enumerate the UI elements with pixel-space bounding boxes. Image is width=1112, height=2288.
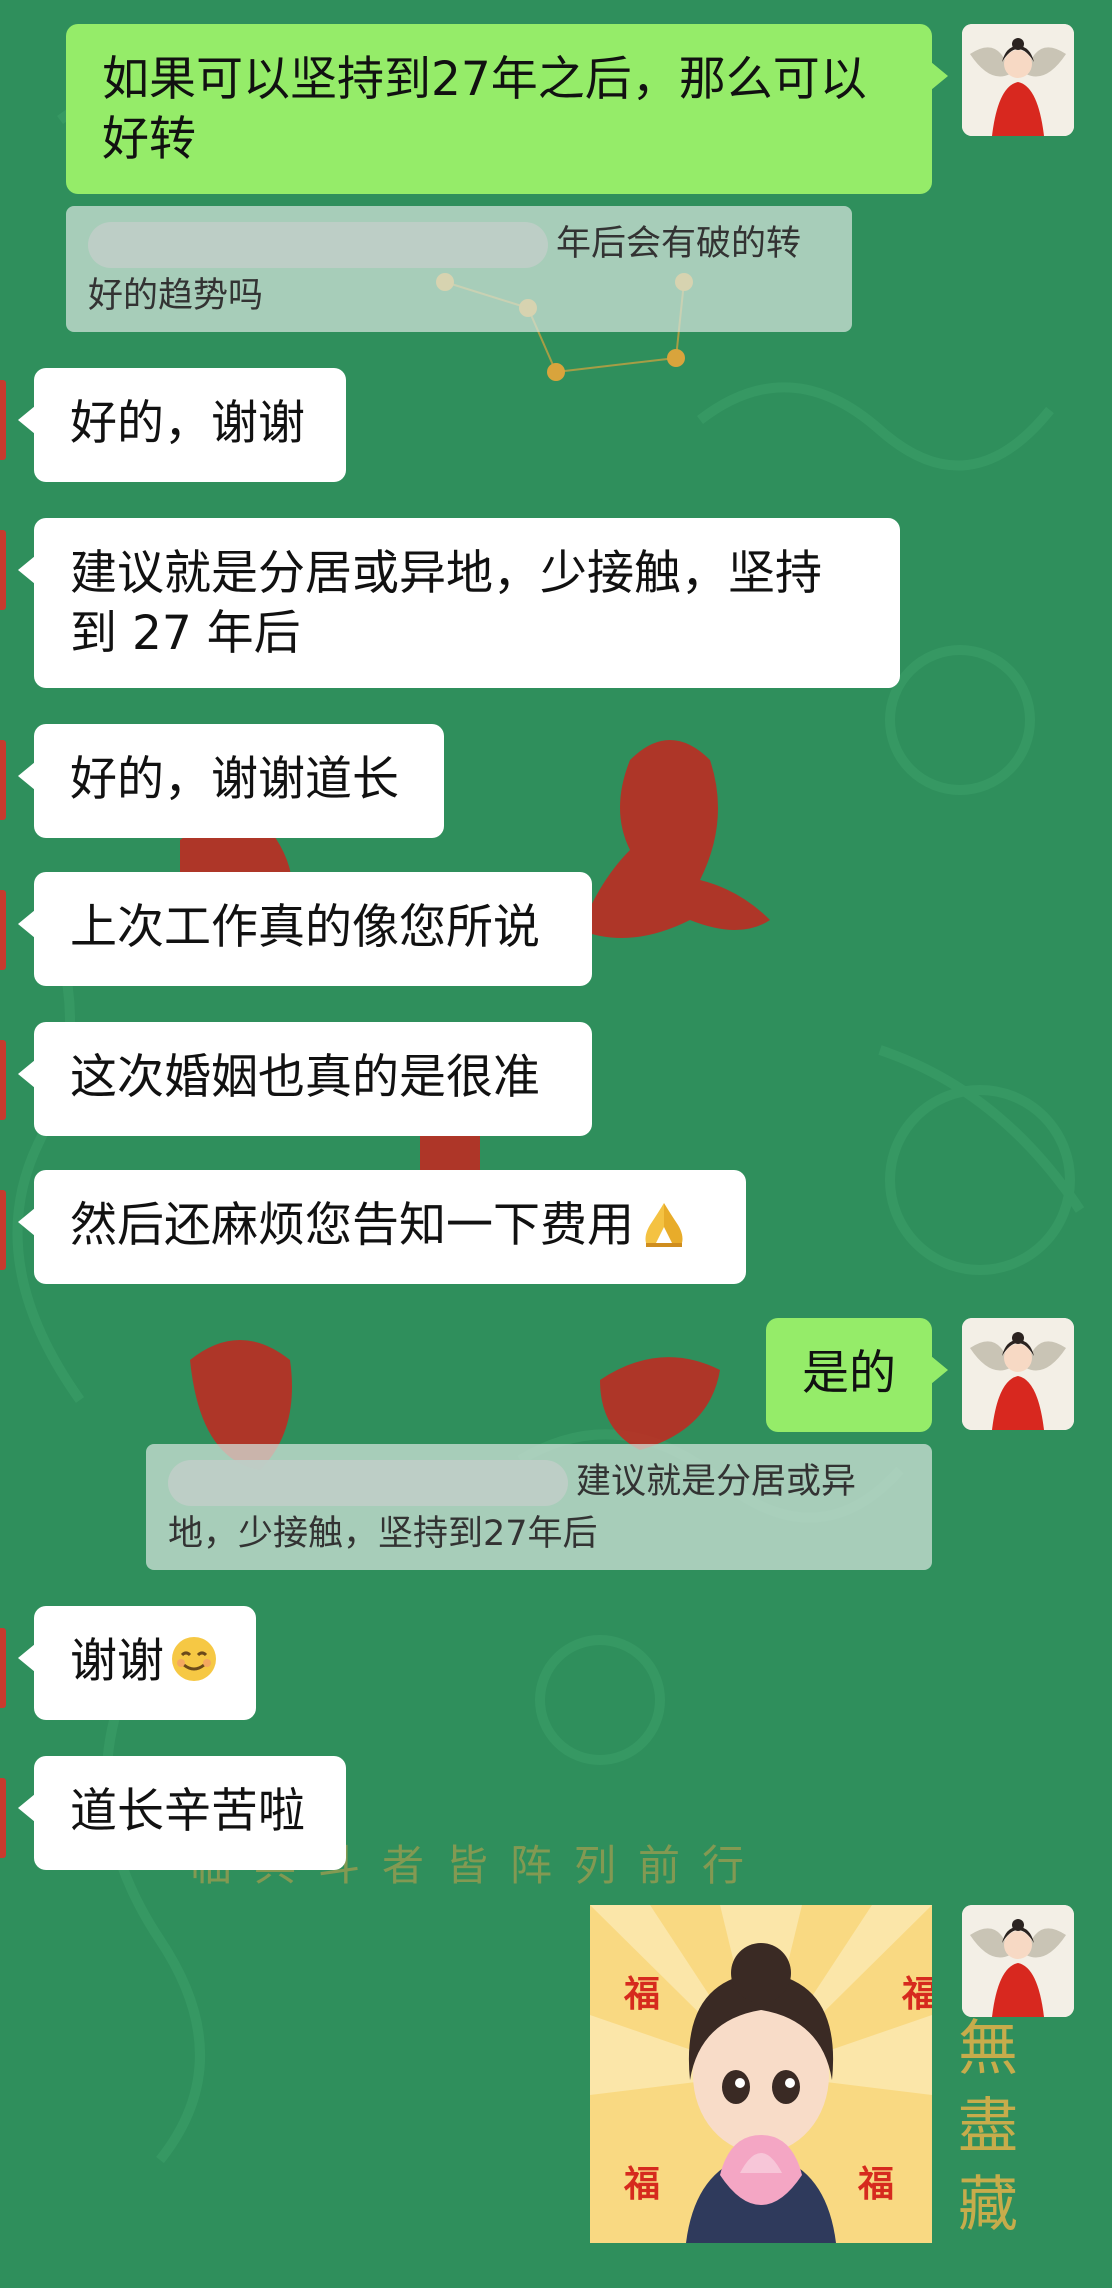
my-avatar[interactable] [962,1318,1074,1430]
message-text: 是的 [802,1346,896,1401]
incoming-avatar-edge[interactable] [0,890,6,970]
incoming-avatar-edge[interactable] [0,740,6,820]
my-avatar[interactable] [962,1905,1074,2017]
message-text: 这次婚姻也真的是很准 [70,1050,540,1105]
chat-background-pattern [12,85,1085,2164]
message-bubble-outgoing[interactable]: 是的 [766,1318,948,1432]
incoming-avatar-edge[interactable] [0,1628,6,1708]
message-bubble-incoming[interactable]: 好的，谢谢道长 [18,724,444,838]
message-text: 谢谢 [70,1634,164,1689]
folded-hands-icon [645,1203,683,1247]
incoming-avatar-edge[interactable] [0,1778,6,1858]
message-text: 然后还麻烦您告知一下费用 [70,1198,634,1253]
message-bubble-incoming[interactable]: 谢谢 [18,1606,256,1720]
message-text: 如果可以坚持到27年之后，那么可以好转 [102,52,867,167]
sticker-fu-character: 福 [902,1973,932,2015]
message-bubble-outgoing[interactable]: 如果可以坚持到27年之后，那么可以好转 [66,24,948,194]
sticker-message[interactable]: 福 福 福 福 [590,1905,932,2243]
message-bubble-incoming[interactable]: 这次婚姻也真的是很准 [18,1022,592,1136]
quoted-reply[interactable]: 年后会有破的转好的趋势吗 [66,206,852,332]
message-bubble-incoming[interactable]: 建议就是分居或异地，少接触，坚持到 27 年后 [18,518,900,688]
message-text: 好的，谢谢道长 [70,752,399,807]
message-bubble-incoming[interactable]: 然后还麻烦您告知一下费用 [18,1170,746,1284]
smiling-face-icon [172,1637,216,1681]
message-text: 道长辛苦啦 [70,1784,305,1839]
message-text: 好的，谢谢 [70,396,305,451]
avatar-figure-icon [962,1318,1074,1430]
blurred-sender-name [88,222,548,268]
message-bubble-incoming[interactable]: 好的，谢谢 [18,368,346,482]
my-avatar[interactable] [962,24,1074,136]
sticker-fu-character: 福 [624,2163,661,2205]
sticker-fu-character: 福 [858,2163,895,2205]
avatar-figure-icon [962,24,1074,136]
background-calligraphy: 無盡藏 [958,2014,1018,2240]
quoted-reply[interactable]: 建议就是分居或异地，少接触，坚持到27年后 [146,1444,932,1570]
blurred-sender-name [168,1460,568,1506]
message-bubble-incoming[interactable]: 道长辛苦啦 [18,1756,346,1870]
message-bubble-incoming[interactable]: 上次工作真的像您所说 [18,872,592,986]
message-text: 建议就是分居或异地，少接触，坚持到 27 年后 [70,546,822,661]
message-text: 上次工作真的像您所说 [70,900,540,955]
incoming-avatar-edge[interactable] [0,530,6,610]
incoming-avatar-edge[interactable] [0,1190,6,1270]
sticker-fu-character: 福 [624,1973,661,2015]
incoming-avatar-edge[interactable] [0,1040,6,1120]
avatar-figure-icon [962,1905,1074,2017]
incoming-avatar-edge[interactable] [0,380,6,460]
